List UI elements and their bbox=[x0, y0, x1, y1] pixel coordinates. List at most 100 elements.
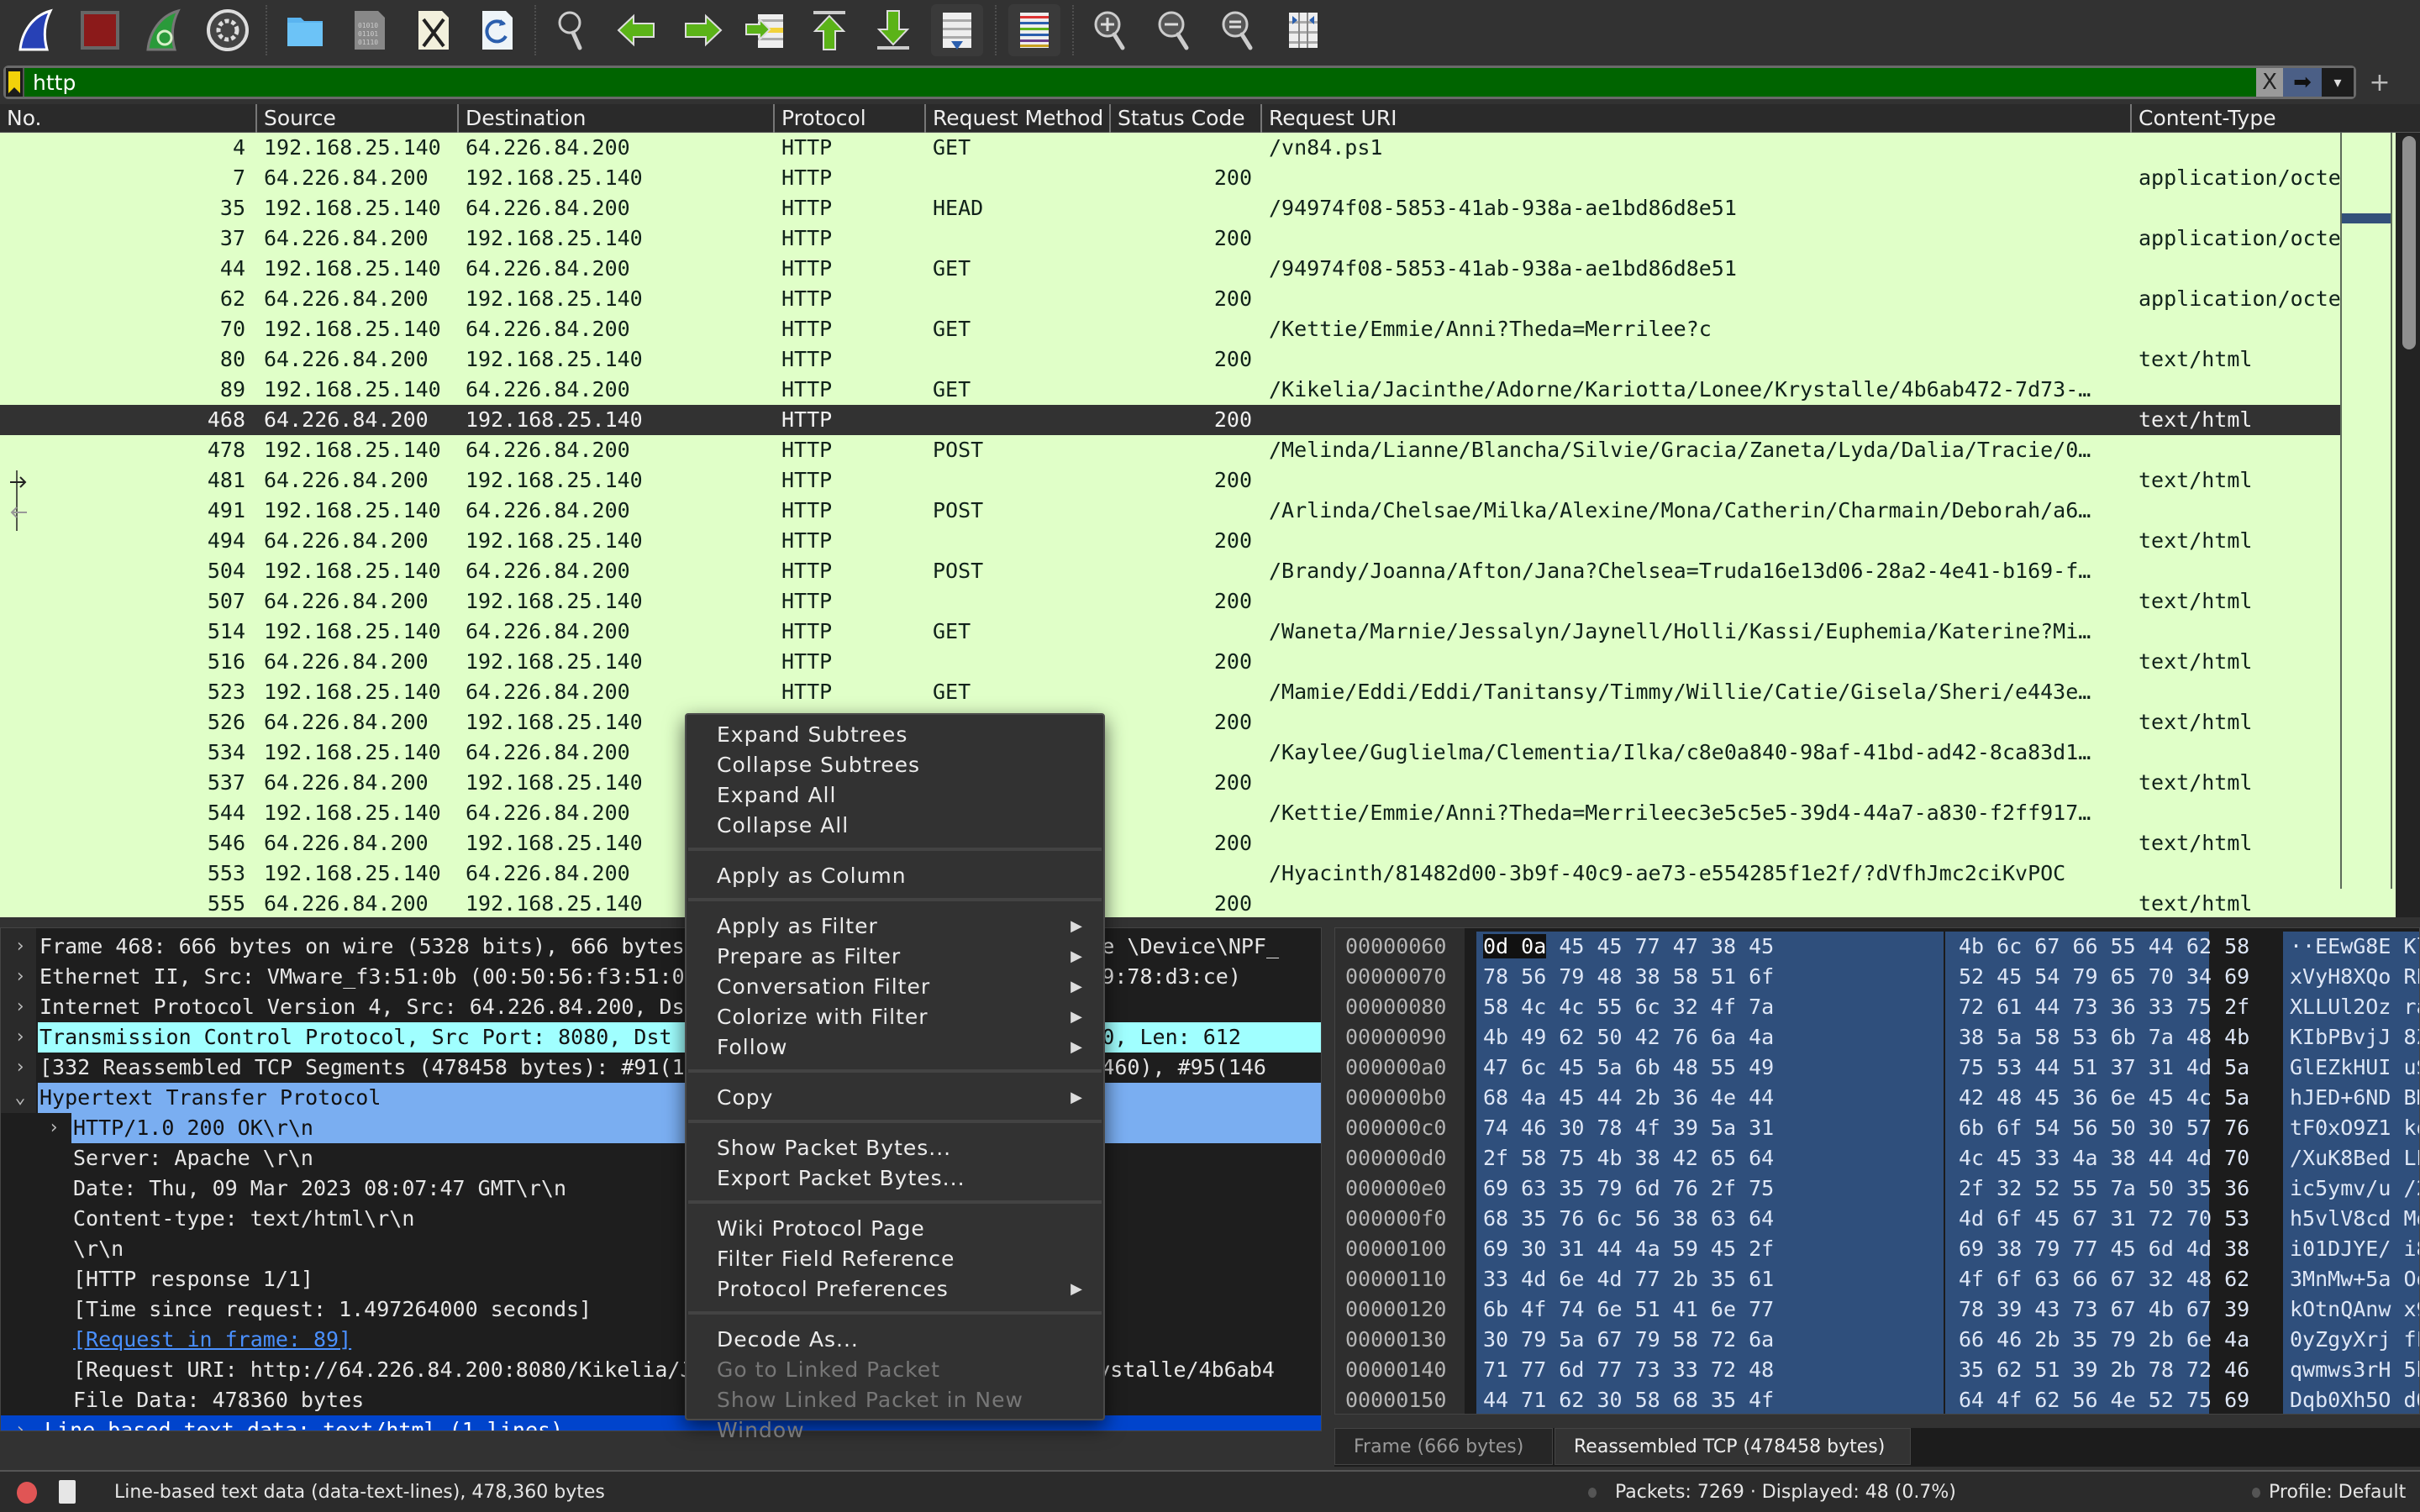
filter-apply-button[interactable]: ➡ bbox=[2283, 68, 2322, 97]
packet-list-scrollbar[interactable] bbox=[2396, 133, 2420, 917]
hex-bytes[interactable]: 4d 6f 45 67 31 72 70 53 bbox=[1945, 1204, 2249, 1234]
column-header-status-code[interactable]: Status Code bbox=[1109, 104, 1260, 133]
hex-bytes[interactable]: 38 5a 58 53 6b 7a 48 4b bbox=[1945, 1022, 2249, 1053]
menu-item-export-packet-bytes[interactable]: Export Packet Bytes... bbox=[687, 1163, 1103, 1194]
open-file-button[interactable] bbox=[279, 4, 331, 56]
hex-bytes[interactable]: 58 4c 4c 55 6c 32 4f 7a bbox=[1476, 992, 1944, 1022]
ascii-bytes[interactable]: 0yZgyXrj fF+5y+nJ bbox=[2283, 1325, 2419, 1355]
detail-tree-item[interactable]: › Frame 468: 666 bytes on wire (5328 bits… bbox=[1, 932, 1321, 962]
hex-bytes[interactable]: 6b 6f 54 56 50 30 57 76 bbox=[1945, 1113, 2249, 1143]
detail-tree-item[interactable]: [Time since request: 1.497264000 seconds… bbox=[1, 1294, 1321, 1325]
packet-row[interactable]: 544192.168.25.14064.226.84.200HTTP/Ketti… bbox=[0, 798, 2340, 828]
chevron-right-icon[interactable]: › bbox=[9, 1053, 31, 1083]
ascii-bytes[interactable]: GlEZkHUI uSDQ71MZ bbox=[2283, 1053, 2419, 1083]
packet-row[interactable]: 62 64.226.84.200 192.168.25.140 HTTP 200 appl… bbox=[0, 284, 2340, 314]
ascii-bytes[interactable]: Dqb0Xh5O dObVNRui bbox=[2283, 1385, 2419, 1414]
menu-item-collapse-all[interactable]: Collapse All bbox=[687, 811, 1103, 841]
detail-tree-item[interactable]: Content-type: text/html\r\n bbox=[1, 1204, 1321, 1234]
detail-tree-item[interactable]: [Request URI: http://64.226.84.200:8080/… bbox=[1, 1355, 1321, 1385]
capture-options-button[interactable] bbox=[202, 4, 254, 56]
menu-item-wiki-protocol-page[interactable]: Wiki Protocol Page bbox=[687, 1214, 1103, 1244]
tab-reassembled-tcp-bytes[interactable]: Reassembled TCP (478458 bytes) bbox=[1555, 1428, 1911, 1465]
hex-bytes[interactable]: 71 77 6d 77 73 33 72 48 bbox=[1476, 1355, 1944, 1385]
packet-row[interactable]: 4 192.168.25.140 64.226.84.200 HTTP GET/vn84… bbox=[0, 133, 2340, 163]
reload-file-button[interactable] bbox=[471, 4, 523, 56]
stop-capture-button[interactable] bbox=[74, 4, 126, 56]
menu-item-follow[interactable]: Follow ▶ bbox=[687, 1032, 1103, 1063]
packet-list-minimap[interactable] bbox=[2340, 133, 2392, 889]
status-profile[interactable]: Profile: Default bbox=[2269, 1472, 2406, 1512]
detail-tree-item[interactable]: Server: Apache \r\n bbox=[1, 1143, 1321, 1173]
ascii-bytes[interactable]: ic5ymv/u /2RUzP56 bbox=[2283, 1173, 2419, 1204]
packet-row[interactable]: 504 192.168.25.140 64.226.84.200 HTTP POST/B… bbox=[0, 556, 2340, 586]
zoom-in-button[interactable] bbox=[1086, 4, 1138, 56]
colorize-button[interactable] bbox=[1008, 4, 1060, 56]
hex-bytes[interactable]: 44 71 62 30 58 68 35 4f bbox=[1476, 1385, 1944, 1414]
chevron-right-icon[interactable]: › bbox=[9, 1022, 31, 1053]
close-file-button[interactable] bbox=[407, 4, 459, 56]
chevron-right-icon[interactable]: › bbox=[9, 1415, 31, 1431]
detail-tree-item[interactable]: [Request in frame: 89] bbox=[1, 1325, 1321, 1355]
packet-row[interactable]: 523 192.168.25.140 64.226.84.200 HTTP GET/Ma… bbox=[0, 677, 2340, 707]
ascii-bytes[interactable]: KIbPBvjJ 8ZXSkzHK bbox=[2283, 1022, 2419, 1053]
hex-bytes[interactable]: 33 4d 6e 4d 77 2b 35 61 bbox=[1476, 1264, 1944, 1294]
detail-tree-item[interactable]: › Internet Protocol Version 4, Src: 64.22… bbox=[1, 992, 1321, 1022]
packet-row[interactable]: 478 192.168.25.140 64.226.84.200 HTTP POST/M… bbox=[0, 435, 2340, 465]
detail-tree-item[interactable]: \r\n bbox=[1, 1234, 1321, 1264]
menu-item-expand-all[interactable]: Expand All bbox=[687, 780, 1103, 811]
hex-bytes[interactable]: 52 45 54 79 65 70 34 69 bbox=[1945, 962, 2249, 992]
packet-row[interactable]: 55564.226.84.200192.168.25.140HTTP200tex… bbox=[0, 889, 2340, 917]
autoscroll-button[interactable] bbox=[931, 4, 983, 56]
filter-clear-button[interactable]: X bbox=[2256, 68, 2283, 97]
hex-bytes[interactable]: 66 46 2b 35 79 2b 6e 4a bbox=[1945, 1325, 2249, 1355]
go-forward-button[interactable] bbox=[676, 4, 728, 56]
column-header-no[interactable]: No. bbox=[0, 104, 255, 133]
menu-item-copy[interactable]: Copy ▶ bbox=[687, 1083, 1103, 1113]
ascii-bytes[interactable]: /XuK8Bed LE3J8DMp bbox=[2283, 1143, 2419, 1173]
hex-bytes[interactable]: 74 46 30 78 4f 39 5a 31 bbox=[1476, 1113, 1944, 1143]
add-filter-button-button[interactable]: + bbox=[2363, 67, 2396, 97]
ascii-bytes[interactable]: qwmws3rH 5bQ9+xrF bbox=[2283, 1355, 2419, 1385]
detail-tree-item[interactable]: Date: Thu, 09 Mar 2023 08:07:47 GMT\r\n bbox=[1, 1173, 1321, 1204]
packet-row[interactable]: 80 64.226.84.200 192.168.25.140 HTTP 200 text… bbox=[0, 344, 2340, 375]
menu-item-filter-field-reference[interactable]: Filter Field Reference bbox=[687, 1244, 1103, 1274]
detail-tree-item[interactable]: [HTTP response 1/1] bbox=[1, 1264, 1321, 1294]
ascii-bytes[interactable]: i01DJYE/ i8ywEmM8 bbox=[2283, 1234, 2419, 1264]
filter-history-dropdown[interactable]: ▾ bbox=[2322, 68, 2354, 97]
hex-bytes[interactable]: 4c 45 33 4a 38 44 4d 70 bbox=[1945, 1143, 2249, 1173]
packet-row[interactable]: 507 64.226.84.200 192.168.25.140 HTTP 200 tex… bbox=[0, 586, 2340, 617]
menu-item-prepare-as-filter[interactable]: Prepare as Filter ▶ bbox=[687, 942, 1103, 972]
hex-bytes[interactable]: 2f 58 75 4b 38 42 65 64 bbox=[1476, 1143, 1944, 1173]
menu-item-show-packet-bytes[interactable]: Show Packet Bytes... bbox=[687, 1133, 1103, 1163]
hex-bytes[interactable]: 4b 6c 67 66 55 44 62 58 bbox=[1945, 932, 2249, 962]
save-file-button[interactable]: 01010 01101 01110 bbox=[343, 4, 395, 56]
column-header-request-uri[interactable]: Request URI bbox=[1260, 104, 2130, 133]
column-header-content-type[interactable]: Content-Type bbox=[2130, 104, 2420, 133]
menu-item-conversation-filter[interactable]: Conversation Filter ▶ bbox=[687, 972, 1103, 1002]
packet-row[interactable]: 44 192.168.25.140 64.226.84.200 HTTP GET/949… bbox=[0, 254, 2340, 284]
go-back-button[interactable] bbox=[612, 4, 664, 56]
detail-tree-item[interactable]: › Transmission Control Protocol, Src Port… bbox=[1, 1022, 1321, 1053]
packet-row[interactable]: 53764.226.84.200192.168.25.140HTTP200tex… bbox=[0, 768, 2340, 798]
hex-bytes[interactable]: 42 48 45 36 6e 45 4c 5a bbox=[1945, 1083, 2249, 1113]
chevron-right-icon[interactable]: › bbox=[9, 962, 31, 992]
hex-bytes[interactable]: 6b 4f 74 6e 51 41 6e 77 bbox=[1476, 1294, 1944, 1325]
packet-row[interactable]: 37 64.226.84.200 192.168.25.140 HTTP 200 appl… bbox=[0, 223, 2340, 254]
menu-item-colorize-with-filter[interactable]: Colorize with Filter ▶ bbox=[687, 1002, 1103, 1032]
go-to-packet-button[interactable] bbox=[739, 4, 792, 56]
detail-tree-item[interactable]: › Ethernet II, Src: VMware_f3:51:0b (00:5… bbox=[1, 962, 1321, 992]
detail-tree-item[interactable]: ⌄ Hypertext Transfer Protocol bbox=[1, 1083, 1321, 1113]
detail-tree-item[interactable]: › Line-based text data: text/html (1 line… bbox=[1, 1415, 1321, 1431]
hex-bytes[interactable]: 47 6c 45 5a 6b 48 55 49 bbox=[1476, 1053, 1944, 1083]
display-filter-input[interactable] bbox=[24, 68, 2256, 97]
hex-bytes[interactable]: 68 4a 45 44 2b 36 4e 44 bbox=[1476, 1083, 1944, 1113]
menu-item-expand-subtrees[interactable]: Expand Subtrees bbox=[687, 720, 1103, 750]
hex-bytes[interactable]: 69 38 79 77 45 6d 4d 38 bbox=[1945, 1234, 2249, 1264]
packet-row[interactable]: 516 64.226.84.200 192.168.25.140 HTTP 200 tex… bbox=[0, 647, 2340, 677]
hex-bytes[interactable]: 4b 49 62 50 42 76 6a 4a bbox=[1476, 1022, 1944, 1053]
packet-row[interactable]: 481 64.226.84.200 192.168.25.140 HTTP 200 tex… bbox=[0, 465, 2340, 496]
scrollbar-thumb[interactable] bbox=[2402, 136, 2416, 349]
hex-bytes[interactable]: 68 35 76 6c 56 38 63 64 bbox=[1476, 1204, 1944, 1234]
hex-bytes[interactable]: 64 4f 62 56 4e 52 75 69 bbox=[1945, 1385, 2249, 1414]
hex-bytes[interactable]: 35 62 51 39 2b 78 72 46 bbox=[1945, 1355, 2249, 1385]
